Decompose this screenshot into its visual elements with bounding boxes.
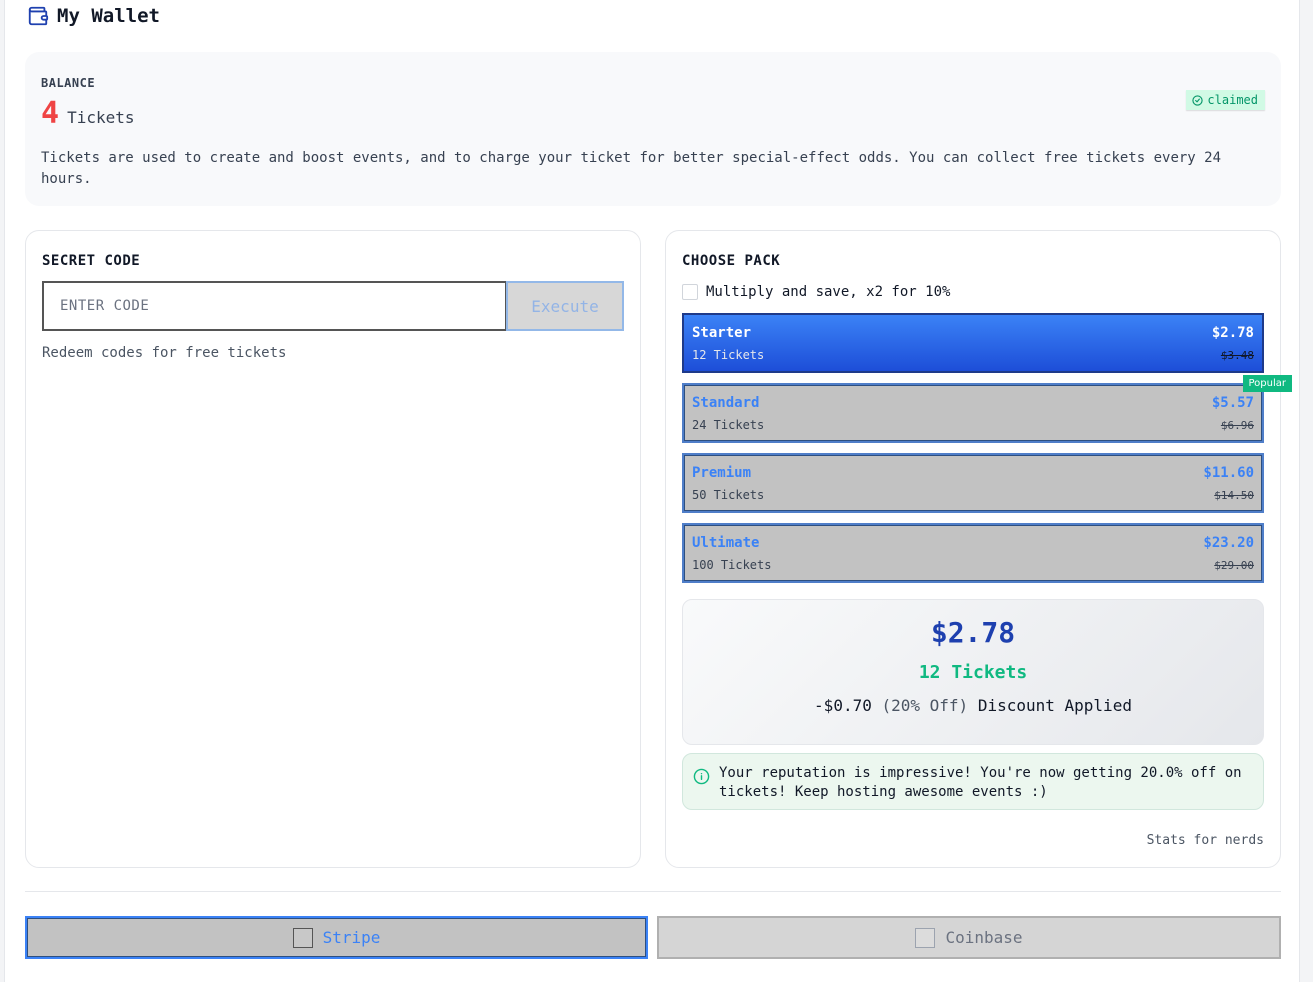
pack-old-price: $6.96 bbox=[1220, 419, 1254, 432]
coinbase-icon bbox=[915, 927, 936, 948]
summary-discount: -$0.70 (20% Off) Discount Applied bbox=[683, 696, 1263, 715]
execute-button[interactable]: Execute bbox=[506, 281, 624, 331]
code-row: Execute bbox=[42, 281, 624, 331]
discount-label: Discount Applied bbox=[977, 696, 1132, 715]
balance-description: Tickets are used to create and boost eve… bbox=[41, 150, 1222, 187]
discount-amount: -$0.70 bbox=[814, 696, 872, 715]
pack-premium[interactable]: Premium 50 Tickets $11.60 $14.50 bbox=[682, 453, 1264, 513]
reputation-text: Your reputation is impressive! You're no… bbox=[719, 765, 1242, 800]
check-circle-icon bbox=[1192, 94, 1204, 106]
pack-ultimate[interactable]: Ultimate 100 Tickets $23.20 $29.00 bbox=[682, 523, 1264, 583]
balance-label: BALANCE bbox=[41, 76, 96, 90]
pack-list: Starter 12 Tickets $2.78 $3.48 Popular S… bbox=[682, 313, 1292, 593]
stripe-button[interactable]: Stripe bbox=[25, 916, 648, 959]
order-summary: $2.78 12 Tickets -$0.70 (20% Off) Discou… bbox=[682, 599, 1264, 745]
popular-badge: Popular bbox=[1242, 375, 1292, 392]
stripe-icon bbox=[292, 927, 313, 948]
pack-name: Ultimate bbox=[692, 535, 760, 551]
stripe-label: Stripe bbox=[322, 928, 381, 947]
pack-price: $11.60 bbox=[1203, 465, 1254, 481]
pack-tickets: 50 Tickets bbox=[692, 488, 765, 502]
info-icon bbox=[693, 768, 710, 791]
pack-name: Starter bbox=[692, 325, 752, 341]
summary-price: $2.78 bbox=[930, 616, 1016, 649]
pack-name: Standard bbox=[692, 395, 760, 411]
choose-pack-card: CHOOSE PACK Multiply and save, x2 for 10… bbox=[665, 230, 1292, 868]
pack-price: $23.20 bbox=[1203, 535, 1254, 551]
secret-code-title: SECRET CODE bbox=[42, 253, 141, 269]
choose-pack-title: CHOOSE PACK bbox=[682, 253, 781, 269]
page-title: My Wallet bbox=[57, 5, 160, 27]
wallet-page: My Wallet BALANCE 4 Tickets claimed Tick… bbox=[4, 0, 1300, 982]
coinbase-label: Coinbase bbox=[945, 928, 1023, 947]
secret-code-card: SECRET CODE Execute Redeem codes for fre… bbox=[25, 230, 641, 868]
discount-percent: (20% Off) bbox=[881, 696, 969, 715]
pack-starter[interactable]: Starter 12 Tickets $2.78 $3.48 bbox=[682, 313, 1264, 373]
balance-unit: Tickets bbox=[67, 108, 135, 127]
pack-name: Premium bbox=[692, 465, 752, 481]
code-hint: Redeem codes for free tickets bbox=[42, 345, 287, 361]
multiply-checkbox[interactable] bbox=[682, 284, 698, 300]
divider bbox=[25, 891, 1281, 892]
pack-price: $2.78 bbox=[1211, 325, 1254, 341]
coinbase-button[interactable]: Coinbase bbox=[657, 916, 1281, 959]
balance-value: 4 bbox=[41, 96, 60, 131]
code-input[interactable] bbox=[42, 281, 506, 331]
claimed-label: claimed bbox=[1207, 93, 1258, 107]
pack-old-price: $3.48 bbox=[1220, 349, 1254, 362]
balance-panel: BALANCE 4 Tickets claimed Tickets are us… bbox=[25, 52, 1281, 206]
pack-tickets: 100 Tickets bbox=[692, 558, 772, 572]
pack-tickets: 12 Tickets bbox=[692, 348, 765, 362]
multiply-toggle[interactable]: Multiply and save, x2 for 10% bbox=[682, 284, 950, 300]
stats-link[interactable]: Stats for nerds bbox=[1147, 833, 1264, 848]
summary-tickets: 12 Tickets bbox=[918, 662, 1028, 683]
pack-old-price: $14.50 bbox=[1214, 489, 1254, 502]
wallet-icon bbox=[27, 5, 49, 27]
claimed-badge: claimed bbox=[1186, 90, 1265, 110]
page-header: My Wallet bbox=[27, 4, 160, 28]
reputation-notice: Your reputation is impressive! You're no… bbox=[682, 753, 1264, 810]
pack-price: $5.57 bbox=[1211, 395, 1254, 411]
pack-standard[interactable]: Popular Standard 24 Tickets $5.57 $6.96 bbox=[682, 375, 1292, 443]
pack-old-price: $29.00 bbox=[1214, 559, 1254, 572]
balance-amount: 4 Tickets bbox=[41, 96, 135, 131]
pack-tickets: 24 Tickets bbox=[692, 418, 765, 432]
multiply-label: Multiply and save, x2 for 10% bbox=[706, 284, 951, 300]
